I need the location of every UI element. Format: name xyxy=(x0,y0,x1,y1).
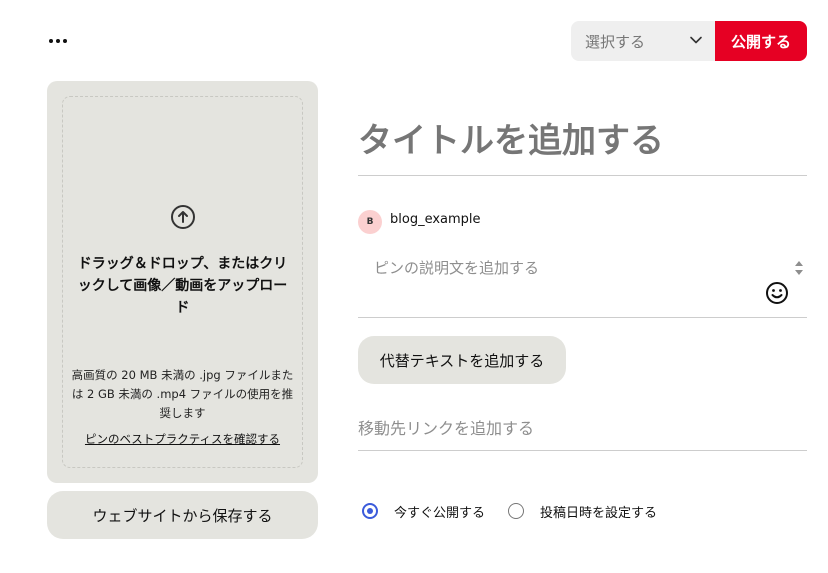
title-divider xyxy=(358,175,807,176)
destination-divider xyxy=(358,450,807,451)
board-select-value: 選択する xyxy=(585,32,646,51)
save-from-website-button[interactable]: ウェブサイトから保存する xyxy=(47,491,318,539)
more-options-icon[interactable] xyxy=(46,28,70,52)
title-input[interactable]: タイトルを追加する xyxy=(358,109,807,165)
emoji-icon[interactable] xyxy=(765,281,789,305)
schedule-label[interactable]: 投稿日時を設定する xyxy=(540,502,657,521)
add-alt-text-button[interactable]: 代替テキストを追加する xyxy=(358,336,566,384)
upload-dropzone[interactable]: ドラッグ＆ドロップ、またはクリックして画像／動画をアップロード 高画質の 20 … xyxy=(47,81,318,483)
resize-sort-icon[interactable] xyxy=(793,258,805,278)
arrow-up-circle-icon xyxy=(171,205,195,229)
destination-link-input[interactable]: 移動先リンクを追加する xyxy=(358,415,534,439)
board-select[interactable]: 選択する xyxy=(571,21,715,61)
avatar[interactable]: B xyxy=(358,210,382,234)
schedule-radio[interactable] xyxy=(508,503,524,519)
description-divider xyxy=(358,317,807,318)
best-practices-link[interactable]: ピンのベストプラクティスを確認する xyxy=(67,431,298,447)
publish-button[interactable]: 公開する xyxy=(715,21,807,61)
publish-now-radio[interactable] xyxy=(362,503,378,519)
publish-now-label[interactable]: 今すぐ公開する xyxy=(394,502,485,521)
username[interactable]: blog_example xyxy=(390,212,481,227)
upload-instructions: ドラッグ＆ドロップ、またはクリックして画像／動画をアップロード xyxy=(77,256,288,316)
chevron-down-icon xyxy=(690,36,702,44)
upload-recommendation: 高画質の 20 MB 未満の .jpg ファイルまたは 2 GB 未満の .mp… xyxy=(71,368,294,420)
description-input[interactable]: ピンの説明文を追加する xyxy=(374,257,539,278)
